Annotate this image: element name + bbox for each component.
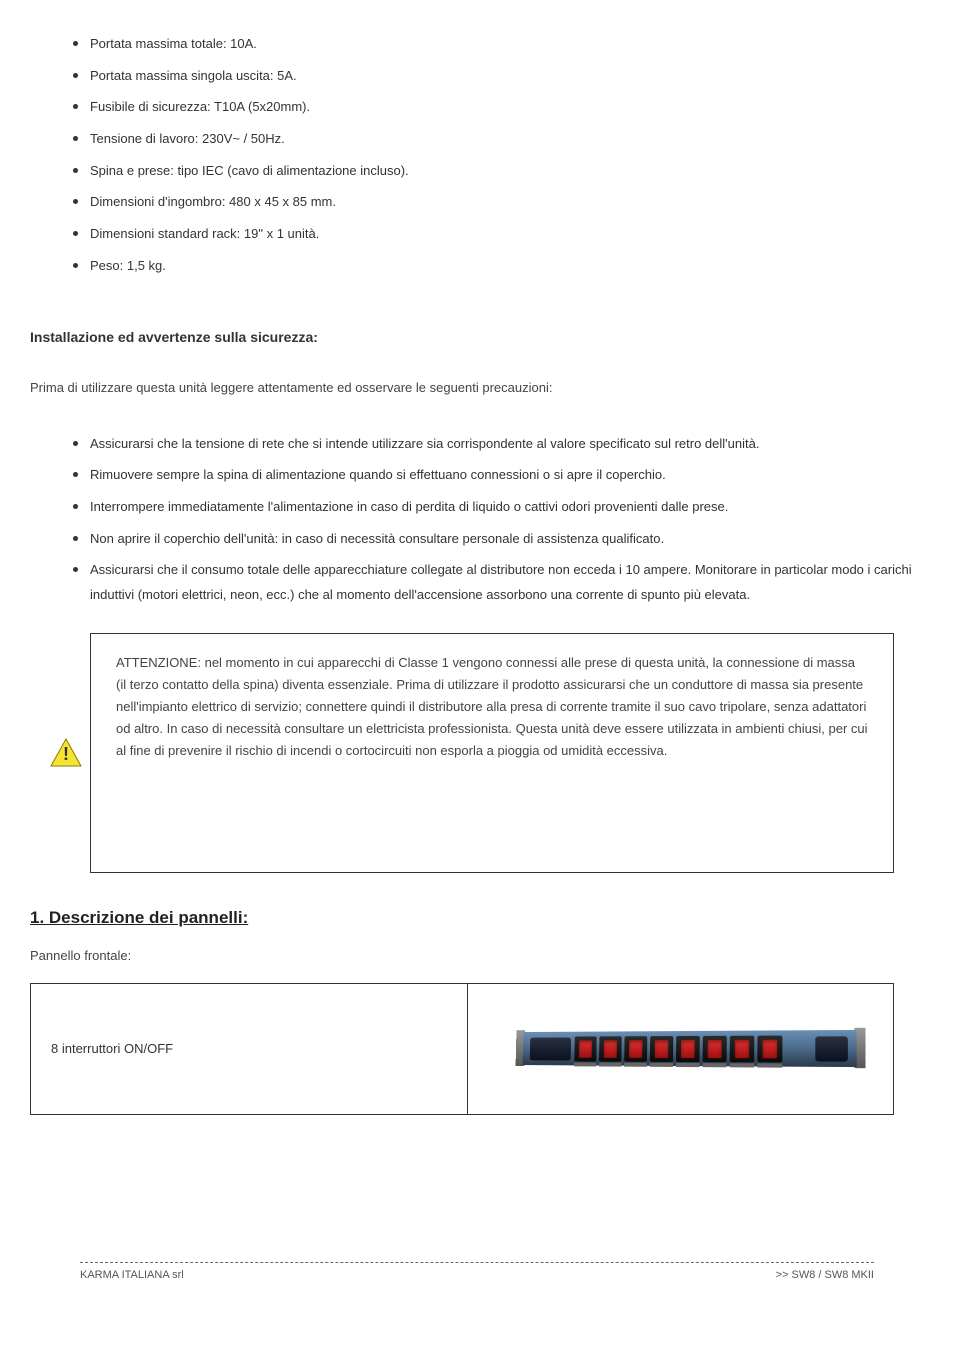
power-switch-icon: [703, 1035, 727, 1061]
list-item: Portata massima totale: 10A.: [90, 25, 924, 57]
power-switch-icon: [575, 1036, 597, 1061]
warning-icon: !: [50, 738, 82, 773]
caution-box: ! ATTENZIONE: nel momento in cui apparec…: [50, 633, 894, 873]
product-panel-table: 8 interruttori ON/OFF: [30, 983, 894, 1115]
power-switch-icon: [624, 1036, 647, 1062]
power-switch-icon: [650, 1036, 673, 1062]
caution-text: ATTENZIONE: nel momento in cui apparecch…: [90, 633, 894, 873]
specs-list: Portata massima totale: 10A. Portata mas…: [90, 25, 924, 279]
list-item: Dimensioni standard rack: 19" x 1 unità.: [90, 215, 924, 247]
list-item: Tensione di lavoro: 230V~ / 50Hz.: [90, 120, 924, 152]
list-item: Dimensioni d'ingombro: 480 x 45 x 85 mm.: [90, 183, 924, 215]
list-item: Rimuovere sempre la spina di alimentazio…: [90, 456, 924, 488]
footer-model: >> SW8 / SW8 MKII: [776, 1269, 874, 1281]
installation-desc: Prima di utilizzare questa unità leggere…: [30, 380, 924, 395]
list-item: Portata massima singola uscita: 5A.: [90, 57, 924, 89]
page-footer: KARMA ITALIANA srl >> SW8 / SW8 MKII: [80, 1262, 874, 1281]
panel-description-subtext: Pannello frontale:: [30, 948, 924, 963]
list-item: Assicurarsi che la tensione di rete che …: [90, 425, 924, 457]
list-item: Fusibile di sicurezza: T10A (5x20mm).: [90, 88, 924, 120]
power-switch-icon: [676, 1036, 700, 1062]
rack-unit-image: [523, 1017, 858, 1081]
panel-description-heading: 1. Descrizione dei pannelli:: [30, 908, 924, 943]
list-item: Peso: 1,5 kg.: [90, 247, 924, 279]
power-switch-icon: [730, 1035, 755, 1062]
switch-row: [575, 1035, 783, 1062]
footer-company: KARMA ITALIANA srl: [80, 1269, 184, 1281]
list-item: Interrompere immediatamente l'alimentazi…: [90, 488, 924, 520]
switch-description: 8 interruttori ON/OFF: [31, 984, 468, 1114]
power-switch-icon: [599, 1036, 622, 1061]
svg-text:!: !: [63, 744, 69, 764]
installation-heading: Installazione ed avvertenze sulla sicure…: [30, 329, 924, 345]
list-item: Spina e prese: tipo IEC (cavo di aliment…: [90, 152, 924, 184]
product-image-cell: [468, 984, 894, 1114]
list-item: Assicurarsi che il consumo totale delle …: [90, 551, 924, 607]
list-item: Non aprire il coperchio dell'unità: in c…: [90, 520, 924, 552]
power-switch-icon: [758, 1035, 783, 1062]
precautions-list: Assicurarsi che la tensione di rete che …: [90, 425, 924, 608]
